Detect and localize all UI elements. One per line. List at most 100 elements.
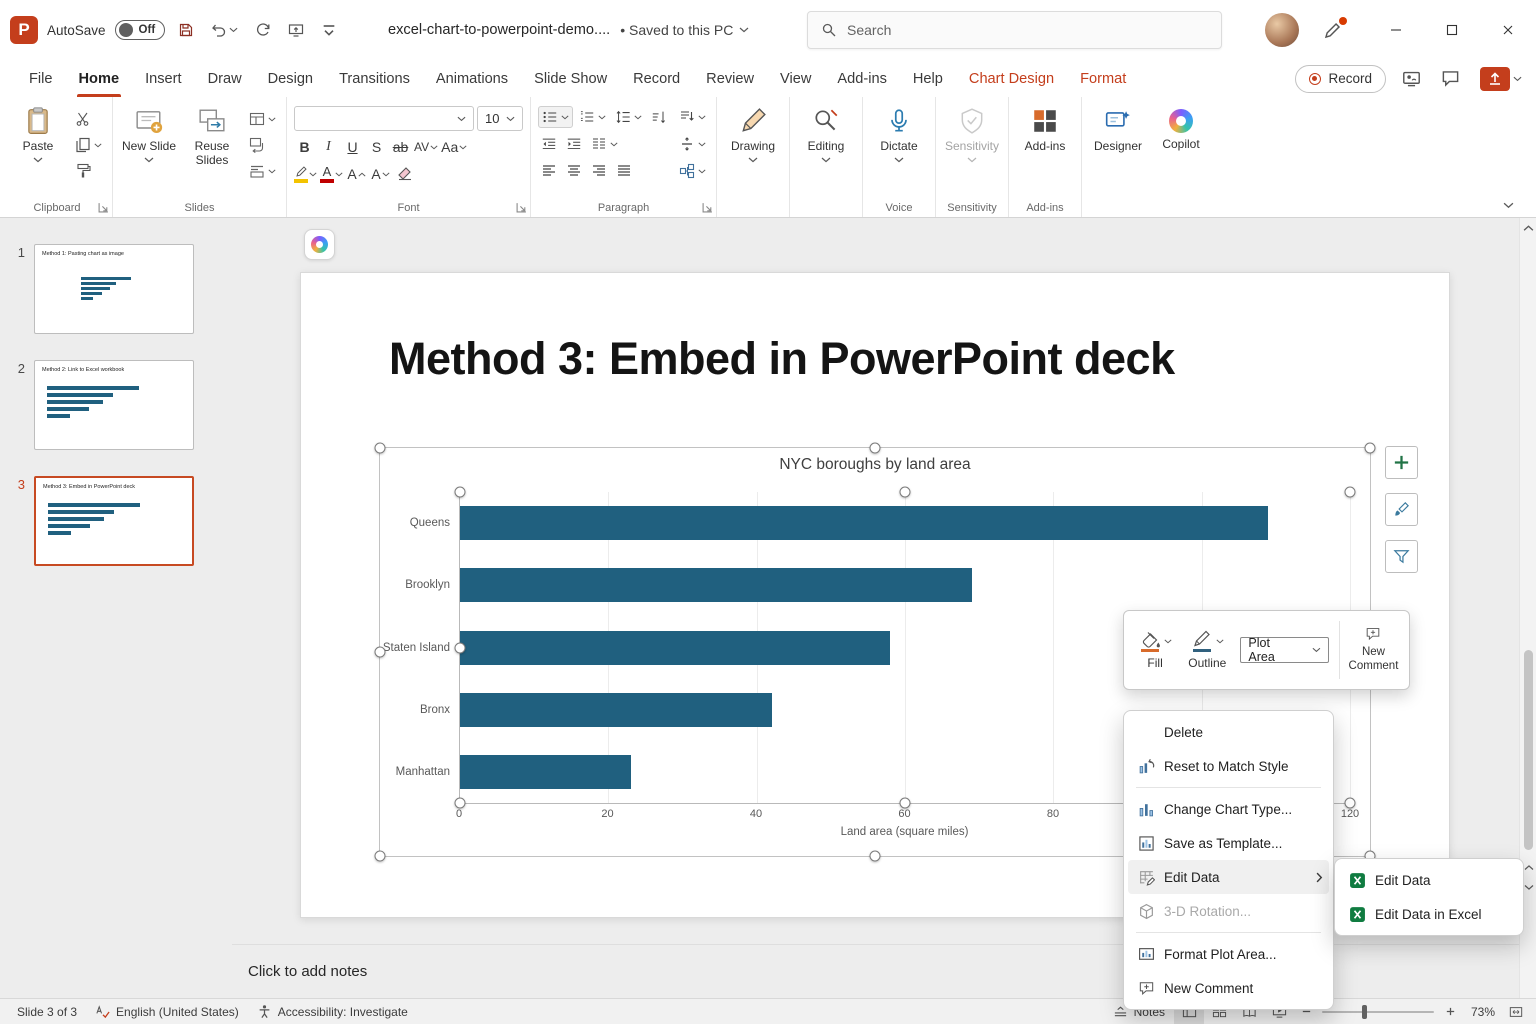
- search-input[interactable]: Search: [807, 11, 1222, 49]
- designer-button[interactable]: Designer: [1089, 102, 1147, 154]
- increase-font-size-button[interactable]: A: [346, 163, 367, 185]
- chart-selection-handle[interactable]: [869, 442, 881, 454]
- ribbon-tab-transitions[interactable]: Transitions: [326, 60, 423, 97]
- notes-pane[interactable]: Click to add notes: [248, 944, 367, 998]
- collapse-ribbon-button[interactable]: [1503, 197, 1514, 212]
- share-button[interactable]: [1476, 63, 1526, 95]
- chart-bar-staten-island[interactable]: [460, 630, 891, 665]
- add-ins-button[interactable]: Add-ins: [1016, 102, 1074, 154]
- slide-thumbnail-1[interactable]: Method 1: Pasting chart as image: [34, 244, 194, 334]
- chart-selection-handle[interactable]: [374, 442, 386, 454]
- slide-indicator[interactable]: Slide 3 of 3: [8, 999, 86, 1024]
- fill-button[interactable]: Fill: [1129, 630, 1181, 670]
- bold-button[interactable]: B: [294, 136, 315, 158]
- numbering-button[interactable]: [576, 106, 609, 128]
- copilot-canvas-button[interactable]: [304, 229, 335, 260]
- quick-access-customize-button[interactable]: [317, 18, 341, 42]
- chart-bar-queens[interactable]: [460, 506, 1269, 541]
- copy-button[interactable]: [72, 134, 105, 156]
- chart-elements-button[interactable]: [1385, 446, 1418, 479]
- new-slide-button[interactable]: New Slide: [120, 102, 178, 163]
- menu-item-new-comment[interactable]: New Comment: [1128, 971, 1329, 1005]
- ribbon-tab-insert[interactable]: Insert: [132, 60, 195, 97]
- chart-bar-bronx[interactable]: [460, 692, 772, 727]
- dictate-button[interactable]: Dictate: [870, 102, 928, 163]
- chart-selection-handle[interactable]: [869, 850, 881, 862]
- text-shadow-button[interactable]: S: [366, 136, 387, 158]
- ribbon-tab-animations[interactable]: Animations: [423, 60, 521, 97]
- outline-button[interactable]: Outline: [1181, 630, 1233, 670]
- maximize-button[interactable]: [1424, 0, 1480, 60]
- zoom-in-button[interactable]: [1438, 999, 1462, 1024]
- editing-button[interactable]: Editing: [797, 102, 855, 163]
- start-slideshow-button[interactable]: [284, 18, 308, 42]
- columns-button[interactable]: [588, 133, 621, 155]
- chart-category-label[interactable]: Bronx: [420, 704, 450, 716]
- chart-category-label[interactable]: Manhattan: [396, 766, 450, 778]
- ribbon-tab-record[interactable]: Record: [620, 60, 693, 97]
- chart-filters-button[interactable]: [1385, 540, 1418, 573]
- autosave-toggle[interactable]: Off: [114, 20, 166, 40]
- menu-item-edit-data[interactable]: Edit Data: [1128, 860, 1329, 894]
- decrease-font-size-button[interactable]: A: [370, 163, 391, 185]
- reuse-slides-button[interactable]: Reuse Slides: [183, 102, 241, 168]
- plot-area-selection-handle[interactable]: [454, 797, 466, 809]
- font-size-combobox[interactable]: 10: [477, 106, 523, 131]
- zoom-slider-thumb[interactable]: [1362, 1004, 1368, 1019]
- format-painter-button[interactable]: [72, 160, 105, 182]
- font-color-button[interactable]: A: [320, 163, 343, 185]
- chart-category-label[interactable]: Staten Island: [383, 642, 450, 654]
- character-spacing-button[interactable]: AV: [414, 136, 438, 158]
- plot-area-selection-handle[interactable]: [454, 642, 466, 653]
- chart-title[interactable]: NYC boroughs by land area: [380, 456, 1370, 474]
- notes-placeholder[interactable]: Click to add notes: [248, 963, 367, 980]
- chart-selection-handle[interactable]: [374, 850, 386, 862]
- powerpoint-logo-icon[interactable]: P: [10, 16, 38, 44]
- ribbon-tab-view[interactable]: View: [767, 60, 824, 97]
- close-button[interactable]: [1480, 0, 1536, 60]
- language-button[interactable]: English (United States): [86, 999, 248, 1024]
- accessibility-button[interactable]: Accessibility: Investigate: [248, 999, 417, 1024]
- plot-area-selection-handle[interactable]: [1344, 797, 1356, 809]
- font-dialog-launcher[interactable]: [516, 202, 527, 213]
- reset-slide-button[interactable]: [246, 134, 279, 156]
- plot-area-selection-handle[interactable]: [454, 486, 466, 498]
- slide-thumbnail-2[interactable]: Method 2: Link to Excel workbook: [34, 360, 194, 450]
- comments-button[interactable]: [1437, 65, 1464, 92]
- text-highlight-button[interactable]: [294, 163, 317, 185]
- convert-to-smartart-button[interactable]: [676, 160, 709, 182]
- slide-thumbnail-3[interactable]: Method 3: Embed in PowerPoint deck: [34, 476, 194, 566]
- chart-bar-manhattan[interactable]: [460, 754, 631, 789]
- clear-formatting-button[interactable]: [394, 163, 415, 185]
- chart-selection-handle[interactable]: [374, 646, 386, 658]
- cut-button[interactable]: [72, 108, 105, 130]
- plot-area-selection-handle[interactable]: [899, 797, 911, 809]
- zoom-level[interactable]: 73%: [1462, 1005, 1504, 1019]
- align-right-button[interactable]: [588, 160, 610, 182]
- present-in-teams-button[interactable]: [1398, 65, 1425, 92]
- user-avatar[interactable]: [1265, 13, 1299, 47]
- menu-item-change-chart-type[interactable]: Change Chart Type...: [1128, 792, 1329, 826]
- bullets-button[interactable]: [538, 106, 573, 128]
- editor-pen-button[interactable]: [1319, 16, 1347, 44]
- menu-item-reset-to-match-style[interactable]: Reset to Match Style: [1128, 749, 1329, 783]
- ribbon-tab-file[interactable]: File: [16, 60, 66, 97]
- align-text-button[interactable]: [676, 133, 709, 155]
- chart-bar-brooklyn[interactable]: [460, 568, 972, 603]
- change-case-button[interactable]: Aa: [441, 136, 467, 158]
- paste-button[interactable]: Paste: [9, 102, 67, 163]
- minimize-button[interactable]: [1368, 0, 1424, 60]
- increase-indent-button[interactable]: [563, 133, 585, 155]
- strikethrough-button[interactable]: ab: [390, 136, 411, 158]
- chart-category-label[interactable]: Brooklyn: [405, 579, 450, 591]
- underline-button[interactable]: U: [342, 136, 363, 158]
- ribbon-tab-add-ins[interactable]: Add-ins: [824, 60, 899, 97]
- ribbon-tab-home[interactable]: Home: [66, 60, 133, 97]
- save-status-button[interactable]: • Saved to this PC: [620, 22, 749, 38]
- chart-element-selector[interactable]: Plot Area: [1240, 636, 1329, 664]
- align-left-button[interactable]: [538, 160, 560, 182]
- scroll-up-icon[interactable]: [1523, 224, 1534, 232]
- ribbon-tab-help[interactable]: Help: [900, 60, 956, 97]
- scrollbar-thumb[interactable]: [1524, 650, 1533, 850]
- font-name-combobox[interactable]: [294, 106, 474, 131]
